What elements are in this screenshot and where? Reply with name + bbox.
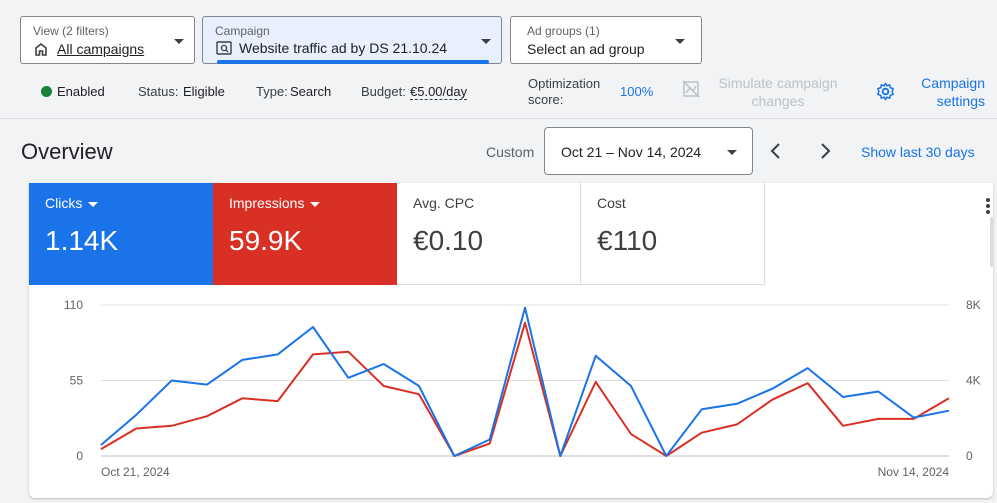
chevron-down-icon xyxy=(675,39,685,44)
metric-tile-impressions[interactable]: Impressions 59.9K xyxy=(213,183,397,285)
x-axis-end-label: Nov 14, 2024 xyxy=(878,465,950,479)
simulate-label-1: Simulate campaign xyxy=(718,75,838,91)
date-range-picker[interactable]: Oct 21 – Nov 14, 2024 xyxy=(544,127,753,175)
simulate-changes-button[interactable]: Simulate campaign changes xyxy=(708,74,848,110)
metric-tile-avg-cpc[interactable]: Avg. CPC €0.10 xyxy=(397,183,581,285)
date-range-label: Custom xyxy=(486,144,535,160)
metric-value: 59.9K xyxy=(229,225,303,256)
campaign-settings-link[interactable]: Campaign settings xyxy=(905,74,985,110)
series-line-impressions xyxy=(100,321,950,457)
metric-name: Cost xyxy=(597,195,626,211)
gear-icon[interactable] xyxy=(876,82,895,101)
more-options-icon[interactable] xyxy=(985,197,991,215)
series-line-clicks xyxy=(100,306,950,457)
optimization-score[interactable]: 100% xyxy=(620,84,653,99)
simulate-label-2: changes xyxy=(751,93,805,109)
show-last-30-days-link[interactable]: Show last 30 days xyxy=(861,144,975,160)
previous-period-button[interactable] xyxy=(767,141,785,161)
home-icon xyxy=(34,42,48,56)
metric-name: Clicks xyxy=(45,195,99,211)
caret-down-icon xyxy=(310,201,321,207)
date-range-value: Oct 21 – Nov 14, 2024 xyxy=(561,144,702,160)
view-filter-value: All campaigns xyxy=(57,41,145,57)
settings-label-2: settings xyxy=(936,93,985,109)
right-axis-tick-label: 0 xyxy=(966,449,973,463)
chevron-down-icon xyxy=(481,39,491,44)
left-axis-tick-label: 110 xyxy=(64,298,83,312)
chevron-down-icon xyxy=(174,39,184,44)
chevron-down-icon xyxy=(727,150,737,155)
performance-line-chart: 110 8K 55 4K 0 0 Oct 21, 2024 Nov 14, 2024 xyxy=(64,298,981,479)
metric-tile-cost[interactable]: Cost €110 xyxy=(581,183,765,285)
budget-label: Budget: xyxy=(361,84,406,99)
ad-groups-label: Ad groups (1) xyxy=(527,24,600,38)
budget-value[interactable]: €5.00/day xyxy=(410,84,468,100)
optimization-label-line2: score: xyxy=(528,92,564,107)
view-filter-dropdown[interactable]: View (2 filters) All campaigns xyxy=(20,16,195,64)
metric-name: Impressions xyxy=(229,195,321,211)
ad-groups-dropdown[interactable]: Ad groups (1) Select an ad group xyxy=(510,16,702,64)
type-label: Type: xyxy=(256,84,288,99)
metric-name: Avg. CPC xyxy=(413,195,475,211)
left-axis-tick-label: 0 xyxy=(76,449,83,463)
settings-label-1: Campaign xyxy=(921,75,985,91)
caret-down-icon xyxy=(88,201,99,207)
metric-value: €110 xyxy=(597,225,658,256)
metric-value: €0.10 xyxy=(413,225,484,256)
right-axis-tick-label: 8K xyxy=(966,298,981,312)
overview-title: Overview xyxy=(21,139,113,164)
next-period-button[interactable] xyxy=(816,141,834,161)
left-axis-tick-label: 55 xyxy=(70,374,84,388)
optimization-label: Optimization xyxy=(528,76,601,91)
status-value: Eligible xyxy=(183,84,225,99)
divider xyxy=(0,118,997,119)
search-campaign-icon xyxy=(216,41,232,55)
simulate-icon xyxy=(682,80,700,98)
metric-tile-clicks[interactable]: Clicks 1.14K xyxy=(29,183,213,285)
x-axis-start-label: Oct 21, 2024 xyxy=(101,465,170,479)
metric-value: 1.14K xyxy=(45,225,119,256)
status-label: Status: xyxy=(138,84,179,99)
selected-underline xyxy=(217,60,489,64)
type-value: Search xyxy=(290,84,332,99)
enabled-status: Enabled xyxy=(57,84,105,99)
campaign-label: Campaign xyxy=(215,24,270,38)
view-filter-label: View (2 filters) xyxy=(33,24,109,38)
right-axis-tick-label: 4K xyxy=(966,374,981,388)
scrollbar[interactable] xyxy=(990,217,993,267)
ad-groups-value: Select an ad group xyxy=(527,41,645,57)
campaign-dropdown[interactable]: Campaign Website traffic ad by DS 21.10.… xyxy=(202,16,502,64)
enabled-status-dot xyxy=(41,86,52,97)
performance-card: Clicks 1.14K Impressions 59.9K Avg. CPC … xyxy=(29,183,993,498)
campaign-value: Website traffic ad by DS 21.10.24 xyxy=(239,40,448,56)
